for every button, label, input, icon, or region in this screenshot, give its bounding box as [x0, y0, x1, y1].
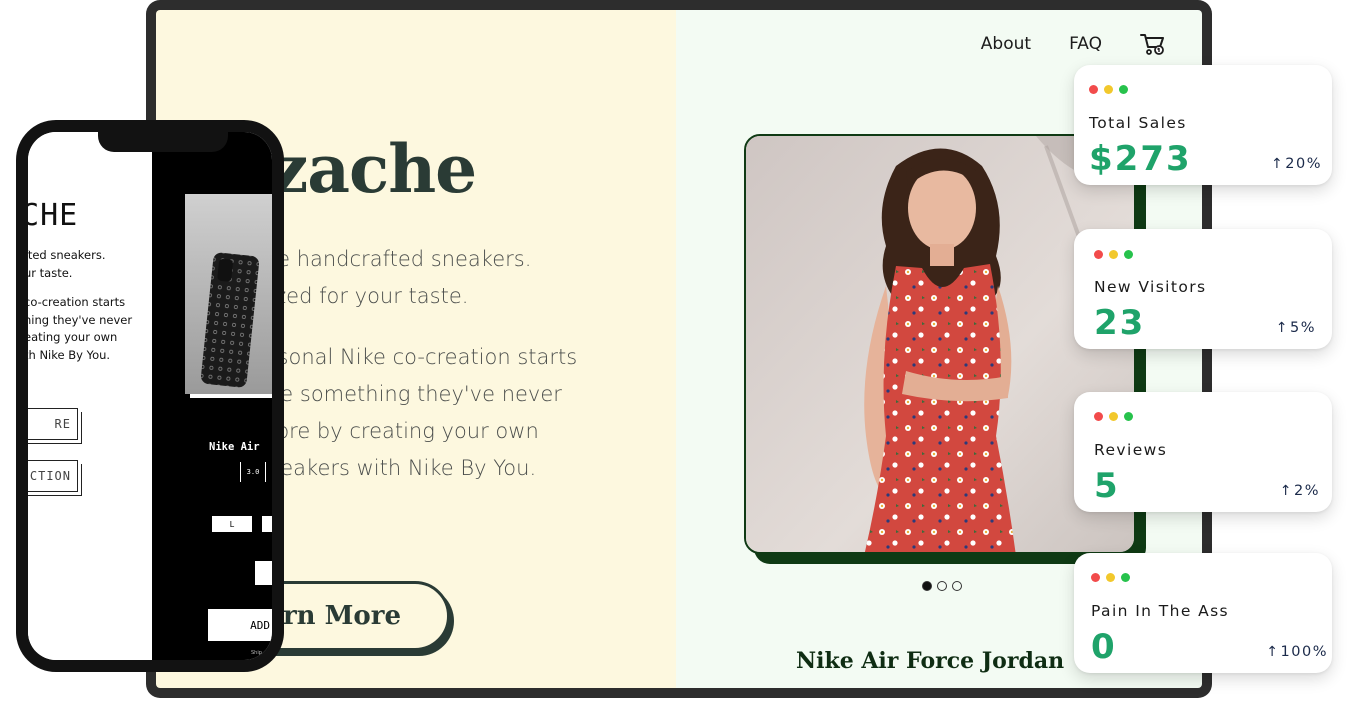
phone-mockup: ACHE fted sneakers. ur taste. co-creatio… — [16, 120, 284, 672]
stat-label: Pain In The Ass — [1091, 602, 1230, 620]
phone-tagline: fted sneakers. ur taste. — [28, 247, 154, 282]
hero-tagline: ate handcrafted sneakers. nized for your… — [256, 241, 656, 315]
phone-size-label: 3.0 — [240, 462, 266, 482]
window-lights — [1094, 412, 1133, 421]
phone-quantity-box[interactable] — [255, 561, 272, 585]
stat-label: New Visitors — [1094, 278, 1207, 296]
carousel-dots — [922, 581, 962, 591]
green-dot-icon — [1124, 250, 1133, 259]
arrow-up-icon: ↑ — [1279, 483, 1293, 499]
phone-blurb: co-creation starts hing they've never ea… — [28, 294, 154, 364]
red-dot-icon — [1089, 85, 1098, 94]
stat-change-value: 5% — [1289, 320, 1316, 336]
yellow-dot-icon — [1109, 250, 1118, 259]
phone-tagline-line: ur taste. — [28, 265, 73, 280]
phone-left-pane: ACHE fted sneakers. ur taste. co-creatio… — [28, 132, 152, 660]
red-dot-icon — [1094, 250, 1103, 259]
phone-blurb-line: co-creation starts — [28, 295, 126, 309]
stat-value: 5 — [1094, 466, 1120, 506]
arrow-up-icon: ↑ — [1266, 644, 1280, 660]
phone-add-to-cart-button[interactable]: ADD — [208, 609, 272, 641]
stat-change-value: 20% — [1285, 156, 1322, 172]
carousel-dot[interactable] — [922, 581, 932, 591]
window-lights — [1094, 250, 1133, 259]
phone-screen: ACHE fted sneakers. ur taste. co-creatio… — [28, 132, 272, 660]
stat-change: ↑100% — [1266, 644, 1328, 660]
cart-icon[interactable] — [1140, 32, 1166, 56]
yellow-dot-icon — [1109, 412, 1118, 421]
laptop-frame: About FAQ erzache ate handcrafted sneake… — [146, 0, 1212, 698]
top-nav: About FAQ — [981, 32, 1166, 56]
green-dot-icon — [1119, 85, 1128, 94]
phone-product-name: Nike Air — [209, 441, 260, 453]
red-dot-icon — [1091, 573, 1100, 582]
green-dot-icon — [1121, 573, 1130, 582]
stat-label: Total Sales — [1089, 114, 1187, 132]
stat-card-reviews[interactable]: Reviews 5 ↑2% — [1074, 392, 1332, 512]
phone-footer-text: Ship — [251, 650, 262, 656]
phone-size-option[interactable]: L — [212, 516, 252, 532]
phone-blurb-line: th Nike By You. — [28, 347, 111, 362]
phone-tagline-line: fted sneakers. — [28, 248, 106, 262]
nav-about-link[interactable]: About — [981, 34, 1031, 54]
stat-value: $273 — [1089, 139, 1192, 179]
window-lights — [1091, 573, 1130, 582]
window-lights — [1089, 85, 1128, 94]
red-dot-icon — [1094, 412, 1103, 421]
phone-brand-title: ACHE — [28, 198, 79, 233]
stat-card-new-visitors[interactable]: New Visitors 23 ↑5% — [1074, 229, 1332, 349]
stat-value: 23 — [1094, 303, 1146, 343]
stat-change: ↑20% — [1271, 156, 1322, 172]
phone-primary-button[interactable]: RE — [28, 408, 78, 440]
phone-blurb-line: eating your own — [28, 330, 118, 344]
stat-value: 0 — [1091, 627, 1117, 667]
green-dot-icon — [1124, 412, 1133, 421]
arrow-up-icon: ↑ — [1271, 156, 1285, 172]
stat-change: ↑2% — [1280, 483, 1320, 499]
phone-product-image[interactable] — [185, 194, 272, 394]
blurb-line: ake something they've never — [256, 382, 562, 406]
stat-label: Reviews — [1094, 441, 1168, 459]
stat-card-total-sales[interactable]: Total Sales $273 ↑20% — [1074, 65, 1332, 185]
yellow-dot-icon — [1106, 573, 1115, 582]
website-screen: About FAQ erzache ate handcrafted sneake… — [156, 10, 1202, 688]
tagline-line: nized for your taste. — [256, 284, 469, 308]
product-name: Nike Air Force Jordan — [796, 648, 1065, 674]
stat-change: ↑5% — [1276, 320, 1316, 336]
stat-card-pain-in-the-ass[interactable]: Pain In The Ass 0 ↑100% — [1074, 553, 1332, 673]
carousel-dot[interactable] — [937, 581, 947, 591]
phone-image-shadow — [190, 394, 272, 398]
arrow-up-icon: ↑ — [1275, 320, 1289, 336]
blurb-line: efore by creating your own — [256, 419, 539, 443]
tagline-line: ate handcrafted sneakers. — [256, 247, 532, 271]
blurb-line: sneakers with Nike By You. — [256, 456, 537, 480]
phone-secondary-button[interactable]: CTION — [28, 460, 78, 492]
stat-change-value: 2% — [1293, 483, 1320, 499]
carousel-dot[interactable] — [952, 581, 962, 591]
phone-size-option[interactable] — [262, 516, 272, 532]
yellow-dot-icon — [1104, 85, 1113, 94]
phone-case-illustration — [185, 194, 272, 394]
blurb-line: ersonal Nike co-creation starts — [256, 345, 578, 369]
stat-change-value: 100% — [1280, 644, 1328, 660]
nav-faq-link[interactable]: FAQ — [1069, 34, 1102, 54]
phone-notch — [98, 132, 228, 152]
hero-blurb: ersonal Nike co-creation starts ake some… — [256, 339, 656, 487]
phone-blurb-line: hing they've never — [28, 312, 133, 327]
phone-right-pane: Nike Air 3.0 L ADD Ship — [152, 132, 272, 660]
